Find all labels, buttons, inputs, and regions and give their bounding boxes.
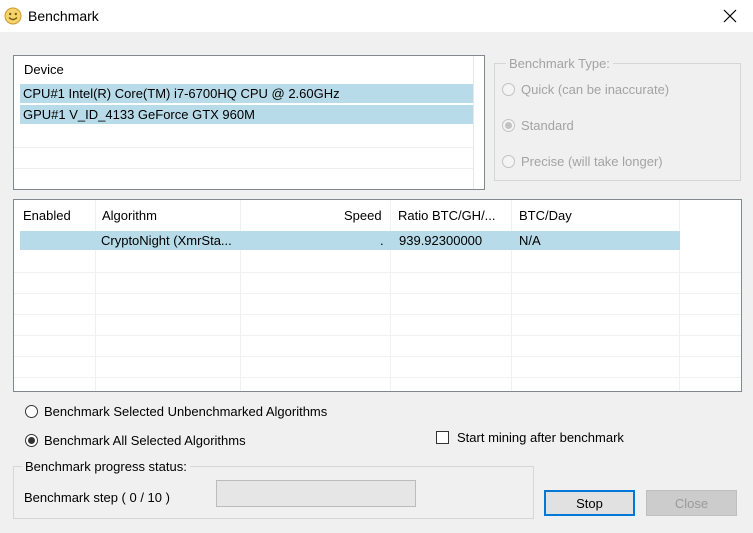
column-header-ratio[interactable]: Ratio BTC/GH/... [398, 208, 496, 223]
column-header-algorithm[interactable]: Algorithm [102, 208, 157, 223]
grid-line [14, 314, 741, 315]
window-title: Benchmark [28, 8, 99, 24]
algorithm-table[interactable]: Enabled Algorithm Speed Ratio BTC/GH/...… [13, 199, 742, 392]
column-divider [511, 200, 512, 391]
column-divider [390, 200, 391, 391]
radio-button-icon [502, 155, 515, 168]
benchmark-progress-bar [216, 480, 416, 507]
cell-speed: . [380, 233, 384, 248]
grid-line [14, 377, 741, 378]
radio-standard[interactable]: Standard [502, 118, 574, 133]
grid-line [14, 168, 473, 169]
benchmark-step-label: Benchmark step ( 0 / 10 ) [24, 490, 170, 505]
cell-ratio: 939.92300000 [399, 233, 483, 248]
column-header-speed[interactable]: Speed [344, 208, 382, 223]
radio-button-icon [502, 83, 515, 96]
benchmark-type-legend: Benchmark Type: [506, 56, 613, 71]
close-button[interactable]: Close [646, 490, 737, 516]
close-icon [723, 9, 737, 23]
stop-button[interactable]: Stop [544, 490, 635, 516]
grid-line [14, 147, 473, 148]
column-header-enabled[interactable]: Enabled [23, 208, 71, 223]
cell-algorithm: CryptoNight (XmrSta... [101, 233, 232, 248]
device-column-header[interactable]: Device [24, 62, 64, 77]
grid-line [14, 293, 741, 294]
radio-quick-label: Quick (can be inaccurate) [521, 82, 670, 97]
progress-status-legend: Benchmark progress status: [22, 459, 190, 474]
title-bar: Benchmark [0, 0, 753, 32]
grid-line [14, 272, 741, 273]
column-divider [95, 200, 96, 391]
radio-button-selected-icon [25, 434, 38, 447]
device-list-column-divider [473, 56, 474, 189]
radio-all-selected-label: Benchmark All Selected Algorithms [44, 433, 246, 448]
checkbox-icon [436, 431, 449, 444]
start-mining-checkbox[interactable]: Start mining after benchmark [436, 430, 624, 445]
radio-benchmark-unbenchmarked[interactable]: Benchmark Selected Unbenchmarked Algorit… [25, 404, 327, 419]
window-close-button[interactable] [707, 0, 753, 32]
device-item-gpu[interactable]: GPU#1 V_ID_4133 GeForce GTX 960M [20, 105, 473, 124]
column-divider [240, 200, 241, 391]
radio-standard-label: Standard [521, 118, 574, 133]
benchmark-window: Benchmark Device CPU#1 Intel(R) Core(TM)… [0, 0, 753, 533]
start-mining-label: Start mining after benchmark [457, 430, 624, 445]
device-list[interactable]: Device CPU#1 Intel(R) Core(TM) i7-6700HQ… [13, 55, 485, 190]
radio-benchmark-all-selected[interactable]: Benchmark All Selected Algorithms [25, 433, 246, 448]
cell-btc-day: N/A [519, 233, 541, 248]
radio-precise-label: Precise (will take longer) [521, 154, 663, 169]
radio-button-icon [25, 405, 38, 418]
radio-quick[interactable]: Quick (can be inaccurate) [502, 82, 669, 97]
radio-button-selected-icon [502, 119, 515, 132]
app-smiley-icon [4, 7, 22, 25]
column-divider [679, 200, 680, 391]
radio-precise[interactable]: Precise (will take longer) [502, 154, 663, 169]
grid-line [14, 356, 741, 357]
grid-line [14, 335, 741, 336]
column-header-btc-day[interactable]: BTC/Day [519, 208, 572, 223]
device-item-cpu[interactable]: CPU#1 Intel(R) Core(TM) i7-6700HQ CPU @ … [20, 84, 473, 103]
radio-unbenchmarked-label: Benchmark Selected Unbenchmarked Algorit… [44, 404, 328, 419]
